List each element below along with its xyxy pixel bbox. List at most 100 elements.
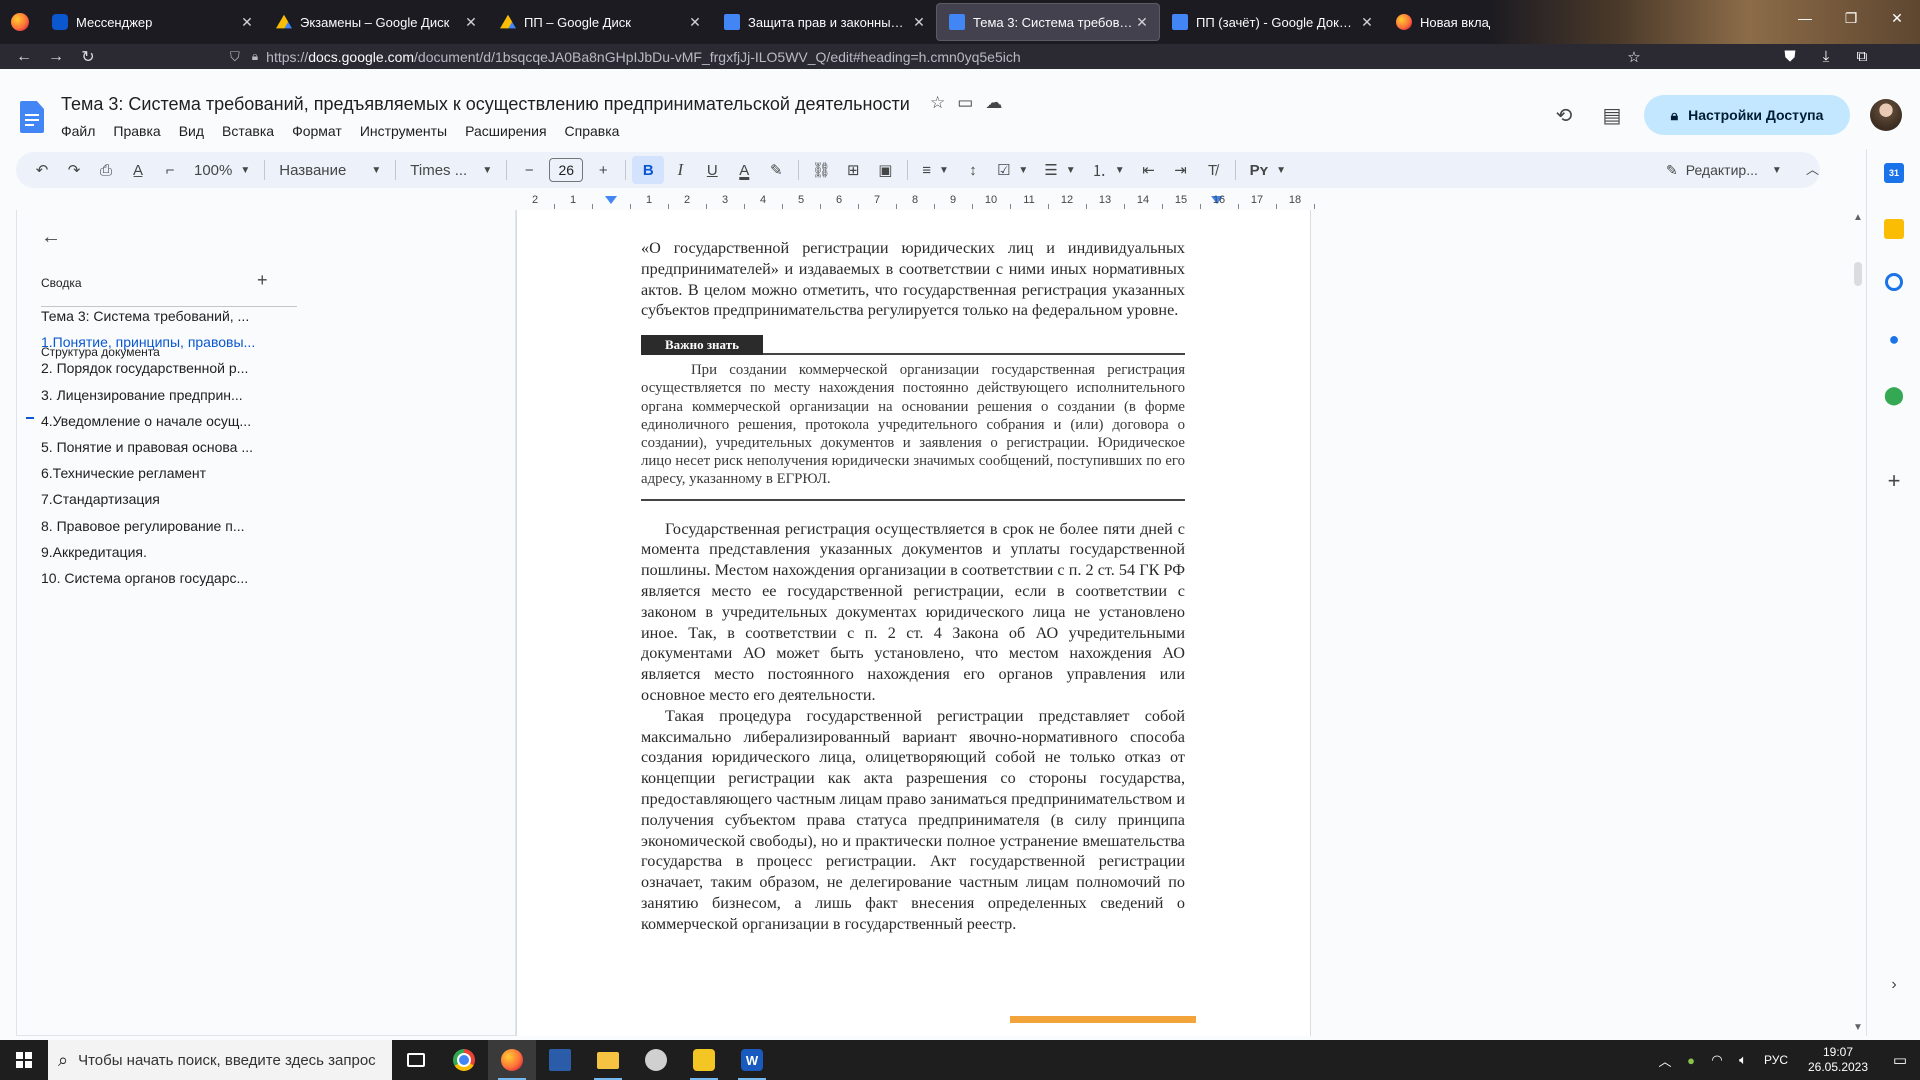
move-folder-icon[interactable]: ▭ — [957, 93, 973, 113]
clock[interactable]: 19:07 26.05.2023 — [1796, 1045, 1880, 1075]
taskbar-app-yellow[interactable] — [680, 1040, 728, 1080]
insert-image-icon[interactable]: ▣ — [869, 156, 901, 184]
maximize-button[interactable]: ❐ — [1828, 0, 1874, 36]
add-comment-icon[interactable]: ⊞ — [837, 156, 869, 184]
increase-font-size-icon[interactable]: + — [587, 156, 619, 184]
scroll-up-icon[interactable]: ▲ — [1853, 212, 1863, 223]
lock-icon[interactable]: 🔒︎ — [252, 49, 258, 64]
menu-item[interactable]: Файл — [52, 123, 104, 139]
document-title[interactable]: Тема 3: Система требований, предъявляемы… — [61, 94, 910, 115]
taskbar-search[interactable]: ⌕ Чтобы начать поиск, введите здесь запр… — [48, 1040, 392, 1080]
start-button[interactable] — [0, 1040, 48, 1080]
show-side-panel-icon[interactable]: › — [1884, 975, 1904, 995]
redo-icon[interactable]: ↷ — [58, 156, 90, 184]
volume-icon[interactable]: 🔈︎ — [1730, 1052, 1756, 1068]
task-view-button[interactable] — [392, 1040, 440, 1080]
browser-tab[interactable]: Защита прав и законных инте✕ — [712, 2, 936, 42]
numbered-list-select[interactable]: ⒈ ▼ — [1084, 156, 1133, 184]
menu-item[interactable]: Расширения — [456, 123, 555, 139]
input-tools-select[interactable]: Рʏ ▼ — [1242, 156, 1294, 184]
taskbar-file-explorer[interactable] — [584, 1040, 632, 1080]
taskbar-chrome[interactable] — [440, 1040, 488, 1080]
text-color-icon[interactable]: A — [728, 156, 760, 184]
outline-heading[interactable]: 5. Понятие и правовая основа ... — [41, 439, 281, 455]
outline-heading[interactable]: 8. Правовое регулирование п... — [41, 518, 281, 534]
calendar-icon[interactable]: 31 — [1884, 163, 1904, 183]
outline-heading[interactable]: 9.Аккредитация. — [41, 544, 281, 560]
taskbar-app-compass[interactable] — [632, 1040, 680, 1080]
comments-icon[interactable]: ▤ — [1588, 103, 1636, 128]
font-select[interactable]: Times ... ▼ — [402, 156, 500, 184]
horizontal-ruler[interactable]: 2 1 1 2 3 4 5 6 7 8 9 10 11 12 13 14 15 16 17 18 — [515, 194, 1315, 210]
firefox-menu-icon[interactable] — [0, 0, 40, 44]
italic-icon[interactable]: I — [664, 156, 696, 184]
increase-indent-icon[interactable]: ⇥ — [1165, 156, 1197, 184]
menu-item[interactable]: Вид — [170, 123, 213, 139]
tasks-icon[interactable] — [1885, 273, 1903, 291]
outline-heading[interactable]: 6.Технические регламент — [41, 465, 281, 481]
network-icon[interactable]: ◠ — [1704, 1052, 1730, 1068]
print-icon[interactable]: ⎙ — [90, 156, 122, 184]
browser-tab[interactable]: ПП (зачёт) - Google Документ ✕ — [1160, 2, 1384, 42]
font-size-input[interactable]: 26 — [549, 158, 584, 182]
input-language[interactable]: РУС — [1756, 1053, 1796, 1067]
collapse-toolbar-icon[interactable]: ︿ — [1806, 156, 1819, 184]
browser-tab[interactable]: Мессенджер ✕ — [40, 2, 264, 42]
close-tab-icon[interactable]: ✕ — [910, 14, 928, 31]
spellcheck-icon[interactable]: A̲ — [122, 156, 154, 184]
undo-icon[interactable]: ↶ — [26, 156, 58, 184]
outline-heading[interactable]: 3. Лицензирование предприн... — [41, 387, 281, 403]
close-outline-arrow-icon[interactable]: ← — [41, 226, 61, 249]
align-select[interactable]: ≡ ▼ — [914, 156, 957, 184]
taskbar-save-app[interactable] — [536, 1040, 584, 1080]
menu-item[interactable]: Инструменты — [351, 123, 456, 139]
menu-item[interactable]: Вставка — [213, 123, 283, 139]
version-history-icon[interactable]: ⟲ — [1540, 103, 1588, 128]
taskbar-word[interactable]: W — [728, 1040, 776, 1080]
document-page[interactable]: «О государственной регистрации юридическ… — [516, 210, 1311, 1036]
scroll-down-icon[interactable]: ▼ — [1853, 1022, 1863, 1033]
bookmark-star-icon[interactable]: ☆ — [1616, 48, 1652, 66]
menu-item[interactable]: Правка — [104, 123, 169, 139]
extensions-icon[interactable]: ⧉ — [1844, 48, 1880, 65]
browser-tab[interactable]: Тема 3: Система требований,✕ — [936, 3, 1160, 41]
insert-link-icon[interactable]: ⛓ — [805, 156, 837, 184]
outline-heading[interactable]: 1.Понятие, принципы, правовы... — [41, 334, 281, 350]
browser-tab[interactable]: Экзамены – Google Диск ✕ — [264, 2, 488, 42]
reload-icon[interactable]: ↻ — [72, 47, 104, 67]
google-docs-logo-icon[interactable] — [20, 101, 44, 133]
highlight-icon[interactable]: ✎ — [760, 156, 792, 184]
tracking-shield-icon[interactable]: ⛉ — [230, 49, 240, 65]
menu-item[interactable]: Справка — [556, 123, 629, 139]
share-button[interactable]: 🔒︎ Настройки Доступа — [1644, 95, 1850, 135]
forward-arrow-icon[interactable]: → — [40, 48, 72, 66]
left-indent-marker-icon[interactable] — [605, 196, 617, 204]
pocket-icon[interactable]: ⛊ — [1772, 48, 1808, 65]
keep-icon[interactable] — [1884, 219, 1904, 239]
close-tab-icon[interactable]: ✕ — [238, 14, 256, 31]
star-icon[interactable]: ☆ — [930, 93, 945, 113]
menu-item[interactable]: Формат — [283, 123, 351, 139]
url-bar[interactable]: ⛉ 🔒︎ https://docs.google.com/document/d/… — [230, 44, 1610, 69]
cloud-saved-icon[interactable]: ☁ — [985, 93, 1002, 113]
line-spacing-icon[interactable]: ↕ — [957, 156, 989, 184]
taskbar-firefox[interactable] — [488, 1040, 536, 1080]
outline-heading[interactable]: 10. Система органов государс... — [41, 570, 281, 586]
user-avatar[interactable] — [1870, 99, 1902, 131]
browser-tab[interactable]: ПП – Google Диск ✕ — [488, 2, 712, 42]
tray-app-icon[interactable]: ● — [1678, 1053, 1704, 1068]
scrollbar-thumb[interactable] — [1854, 262, 1862, 286]
get-addons-icon[interactable]: + — [1884, 468, 1904, 493]
clear-formatting-icon[interactable]: T̸ — [1197, 156, 1229, 184]
decrease-indent-icon[interactable]: ⇤ — [1133, 156, 1165, 184]
vertical-scrollbar[interactable]: ▲ ▼ — [1850, 210, 1866, 1036]
checklist-select[interactable]: ☑ ▼ — [989, 156, 1036, 184]
outline-heading[interactable]: Тема 3: Система требований, ... — [41, 308, 281, 324]
maps-icon[interactable]: ⬤ — [1884, 385, 1904, 405]
bulleted-list-select[interactable]: ☰ ▼ — [1036, 156, 1083, 184]
close-window-button[interactable]: ✕ — [1874, 0, 1920, 36]
outline-heading[interactable]: 4.Уведомление о начале осущ... — [41, 413, 281, 429]
back-arrow-icon[interactable]: ← — [8, 48, 40, 66]
close-tab-icon[interactable]: ✕ — [1133, 14, 1151, 31]
zoom-select[interactable]: 100% ▼ — [186, 156, 258, 184]
